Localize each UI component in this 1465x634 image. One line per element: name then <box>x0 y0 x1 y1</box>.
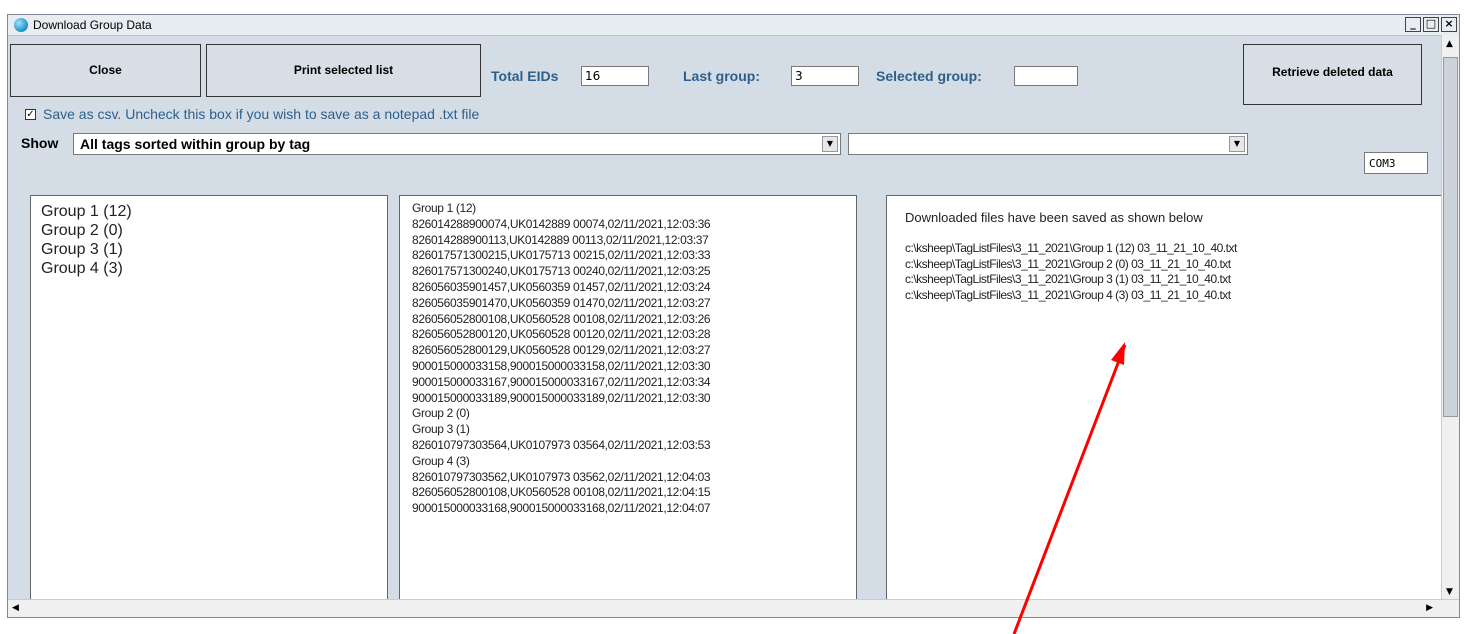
annotation-arrow-line <box>1012 344 1127 634</box>
annotation-arrow <box>1012 342 1127 634</box>
annotation-arrow-head <box>1111 342 1125 365</box>
